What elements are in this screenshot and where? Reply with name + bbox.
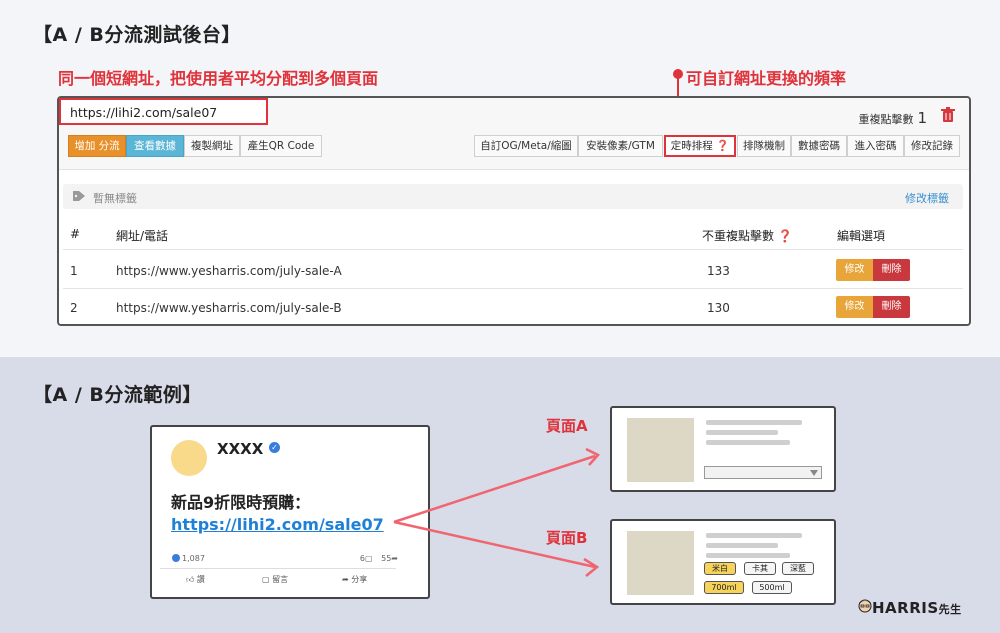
post-link[interactable]: https://lihi2.com/sale07: [171, 515, 384, 534]
duplicate-clicks-count: 1: [917, 109, 927, 127]
image-placeholder: [627, 418, 694, 482]
pixel-gtm-button[interactable]: 安裝像素/GTM: [578, 135, 663, 157]
text-placeholder: [706, 543, 778, 548]
comment-action-label: 留言: [272, 575, 289, 584]
trash-icon[interactable]: [941, 107, 955, 123]
page-b-label: 頁面B: [546, 529, 588, 547]
row-url[interactable]: https://www.yesharris.com/july-sale-B: [116, 301, 342, 315]
delete-button[interactable]: 刪除: [873, 296, 910, 318]
text-placeholder: [706, 430, 778, 435]
verified-icon: ✓: [269, 442, 280, 453]
social-post: XXXX ✓ 新品9折限時預購： https://lihi2.com/sale0…: [150, 425, 430, 599]
likes-count: 1,087: [182, 554, 205, 563]
backend-title: 【A / B分流測試後台】: [33, 24, 241, 46]
text-placeholder: [706, 420, 802, 425]
avatar: [171, 440, 207, 476]
brand-name: HARRIS先生: [872, 599, 962, 617]
queue-button[interactable]: 排隊機制: [737, 135, 791, 157]
post-text: 新品9折限時預購：: [171, 493, 311, 512]
color-option[interactable]: 米白: [704, 562, 736, 575]
post-divider: [160, 568, 396, 569]
col-index: #: [70, 227, 81, 241]
share-action-label: 分享: [351, 575, 368, 584]
edit-button[interactable]: 修改: [836, 259, 873, 281]
row-clicks: 130: [707, 301, 730, 315]
edit-log-button[interactable]: 修改記錄: [904, 135, 960, 157]
copy-url-button[interactable]: 複製網址: [184, 135, 240, 157]
thumbs-up-icon: 👍︎: [186, 575, 195, 584]
edit-tags-link[interactable]: 修改標籤: [905, 190, 949, 206]
row-url[interactable]: https://www.yesharris.com/july-sale-A: [116, 264, 342, 278]
col-unique-clicks: 不重複點擊數 ❓: [702, 229, 793, 243]
image-placeholder: [627, 531, 694, 595]
page-b-card: 米白 卡其 深藍 700ml 500ml: [610, 519, 836, 605]
short-url-field[interactable]: https://lihi2.com/sale07: [59, 98, 268, 125]
row-index: 2: [70, 301, 78, 315]
view-data-button[interactable]: 查看數據: [126, 135, 184, 157]
page-a-card: [610, 406, 836, 492]
text-placeholder: [706, 553, 790, 558]
caption-right: 可自訂網址更換的頻率: [686, 69, 847, 88]
share-action[interactable]: ➦ 分享: [342, 574, 367, 585]
text-placeholder: [706, 533, 802, 538]
dropdown-placeholder[interactable]: [704, 466, 822, 479]
row-index: 1: [70, 264, 78, 278]
comment-action[interactable]: ▢ 留言: [262, 574, 288, 585]
custom-og-button[interactable]: 自訂OG/Meta/縮圖: [474, 135, 578, 157]
share-icon: ➦: [342, 575, 349, 584]
tag-bar: 暫無標籤 修改標籤: [63, 184, 963, 209]
panel-header: https://lihi2.com/sale07 重複點擊數 1 增加 分流 查看…: [59, 98, 969, 170]
size-option[interactable]: 700ml: [704, 581, 744, 594]
page-a-label: 頁面A: [546, 417, 588, 435]
chevron-down-icon: [810, 470, 818, 476]
ab-test-panel: https://lihi2.com/sale07 重複點擊數 1 增加 分流 查看…: [57, 96, 971, 326]
entry-password-button[interactable]: 進入密碼: [847, 135, 904, 157]
caption-left: 同一個短網址，把使用者平均分配到多個頁面: [58, 69, 379, 88]
comment-icon: ▢: [365, 554, 373, 563]
col-url: 網址/電話: [116, 229, 169, 243]
qr-code-button[interactable]: 產生QR Code: [240, 135, 322, 157]
post-author: XXXX: [217, 440, 264, 458]
text-placeholder: [706, 440, 790, 445]
edit-button[interactable]: 修改: [836, 296, 873, 318]
tag-icon: [73, 191, 85, 201]
no-tags-text: 暫無標籤: [93, 192, 137, 205]
brand-suffix: 先生: [938, 603, 962, 616]
schedule-button[interactable]: 定時排程 ❓: [664, 135, 736, 157]
like-action[interactable]: 👍︎ 讚: [186, 574, 205, 585]
duplicate-clicks-label: 重複點擊數: [858, 113, 914, 126]
like-icon: [172, 554, 180, 562]
color-option[interactable]: 卡其: [744, 562, 776, 575]
color-option[interactable]: 深藍: [782, 562, 814, 575]
reaction-count: 1,087: [172, 554, 205, 563]
col-edit-options: 編輯選項: [837, 229, 886, 243]
row-clicks: 133: [707, 264, 730, 278]
example-title: 【A / B分流範例】: [33, 384, 202, 406]
brand-text: HARRIS: [872, 599, 939, 617]
split-arrows: [393, 447, 601, 577]
size-option[interactable]: 500ml: [752, 581, 792, 594]
brand-logo-icon: [858, 599, 872, 613]
like-action-label: 讚: [196, 575, 205, 584]
duplicate-clicks: 重複點擊數 1: [858, 109, 927, 127]
data-password-button[interactable]: 數據密碼: [791, 135, 847, 157]
delete-button[interactable]: 刪除: [873, 259, 910, 281]
comment-icon: ▢: [262, 575, 270, 584]
divider: [63, 288, 963, 289]
add-split-button[interactable]: 增加 分流: [68, 135, 126, 157]
divider: [63, 249, 963, 250]
